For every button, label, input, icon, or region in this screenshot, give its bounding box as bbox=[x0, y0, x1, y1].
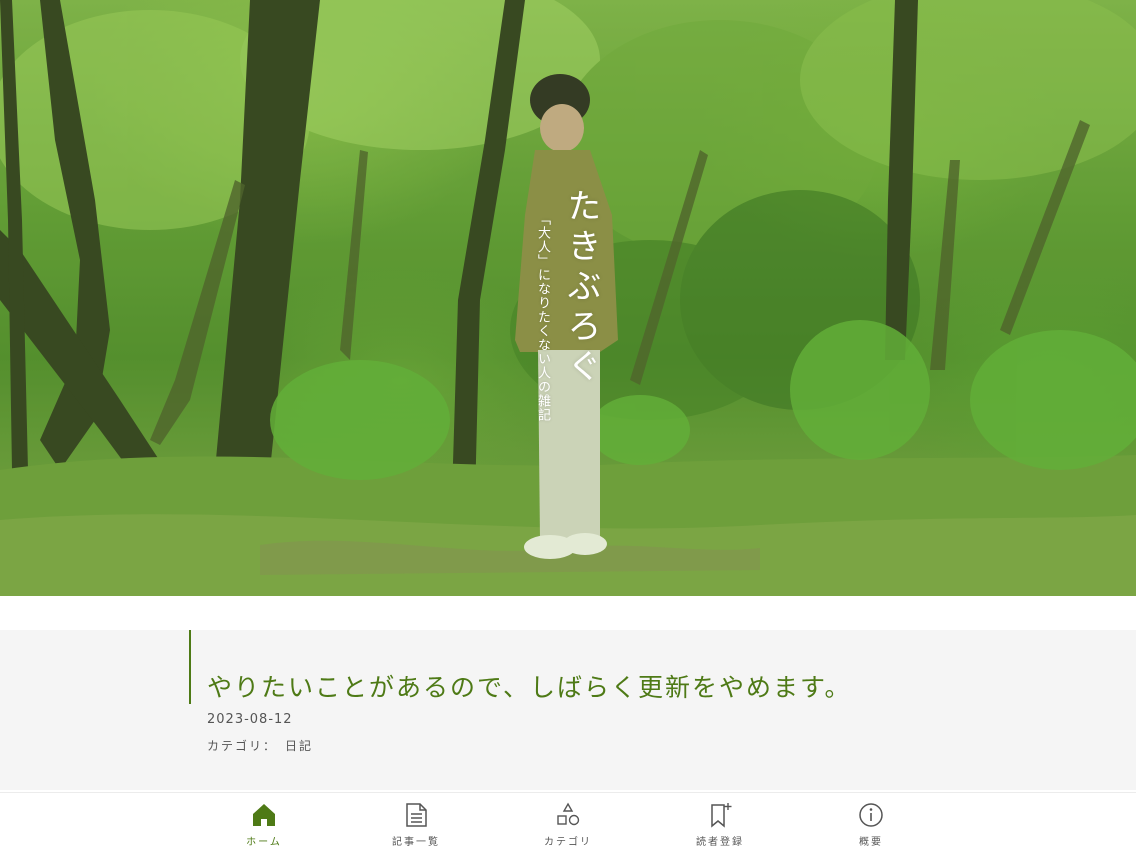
shapes-icon bbox=[557, 802, 580, 826]
nav-item-about[interactable]: 概要 bbox=[826, 799, 916, 849]
bottom-nav: ホーム 記事一覧 カテゴリ 読者登録 概要 bbox=[0, 792, 1136, 852]
nav-label-category: カテゴリ bbox=[544, 837, 592, 848]
nav-label-about: 概要 bbox=[859, 837, 883, 848]
nav-item-subscribe[interactable]: 読者登録 bbox=[675, 799, 765, 849]
nav-item-home[interactable]: ホーム bbox=[219, 799, 309, 849]
header-hero-image: たきぶろぐ 「大人」になりたくない人の雑記 bbox=[0, 0, 1136, 596]
bookmark-add-icon bbox=[711, 803, 732, 828]
nav-label-home: ホーム bbox=[246, 837, 282, 848]
title-accent-bar bbox=[189, 630, 191, 704]
home-icon bbox=[253, 804, 275, 826]
nav-item-category[interactable]: カテゴリ bbox=[523, 799, 613, 849]
nav-label-subscribe: 読者登録 bbox=[696, 837, 744, 848]
article-date: 2023-08-12 bbox=[207, 712, 293, 727]
nav-label-articles: 記事一覧 bbox=[392, 837, 440, 848]
site-title[interactable]: たきぶろぐ bbox=[560, 188, 602, 388]
article-title[interactable]: やりたいことがあるので、しばらく更新をやめます。 bbox=[207, 668, 852, 704]
category-link[interactable]: 日記 bbox=[285, 739, 313, 753]
article-card: やりたいことがあるので、しばらく更新をやめます。 2023-08-12 カテゴリ… bbox=[0, 630, 1136, 790]
nav-item-articles[interactable]: 記事一覧 bbox=[371, 799, 461, 849]
category-label: カテゴリ： bbox=[207, 739, 278, 753]
document-list-icon bbox=[406, 803, 427, 827]
info-icon bbox=[859, 803, 883, 827]
article-category: カテゴリ： 日記 bbox=[207, 737, 313, 754]
site-tagline: 「大人」になりたくない人の雑記 bbox=[535, 212, 550, 422]
